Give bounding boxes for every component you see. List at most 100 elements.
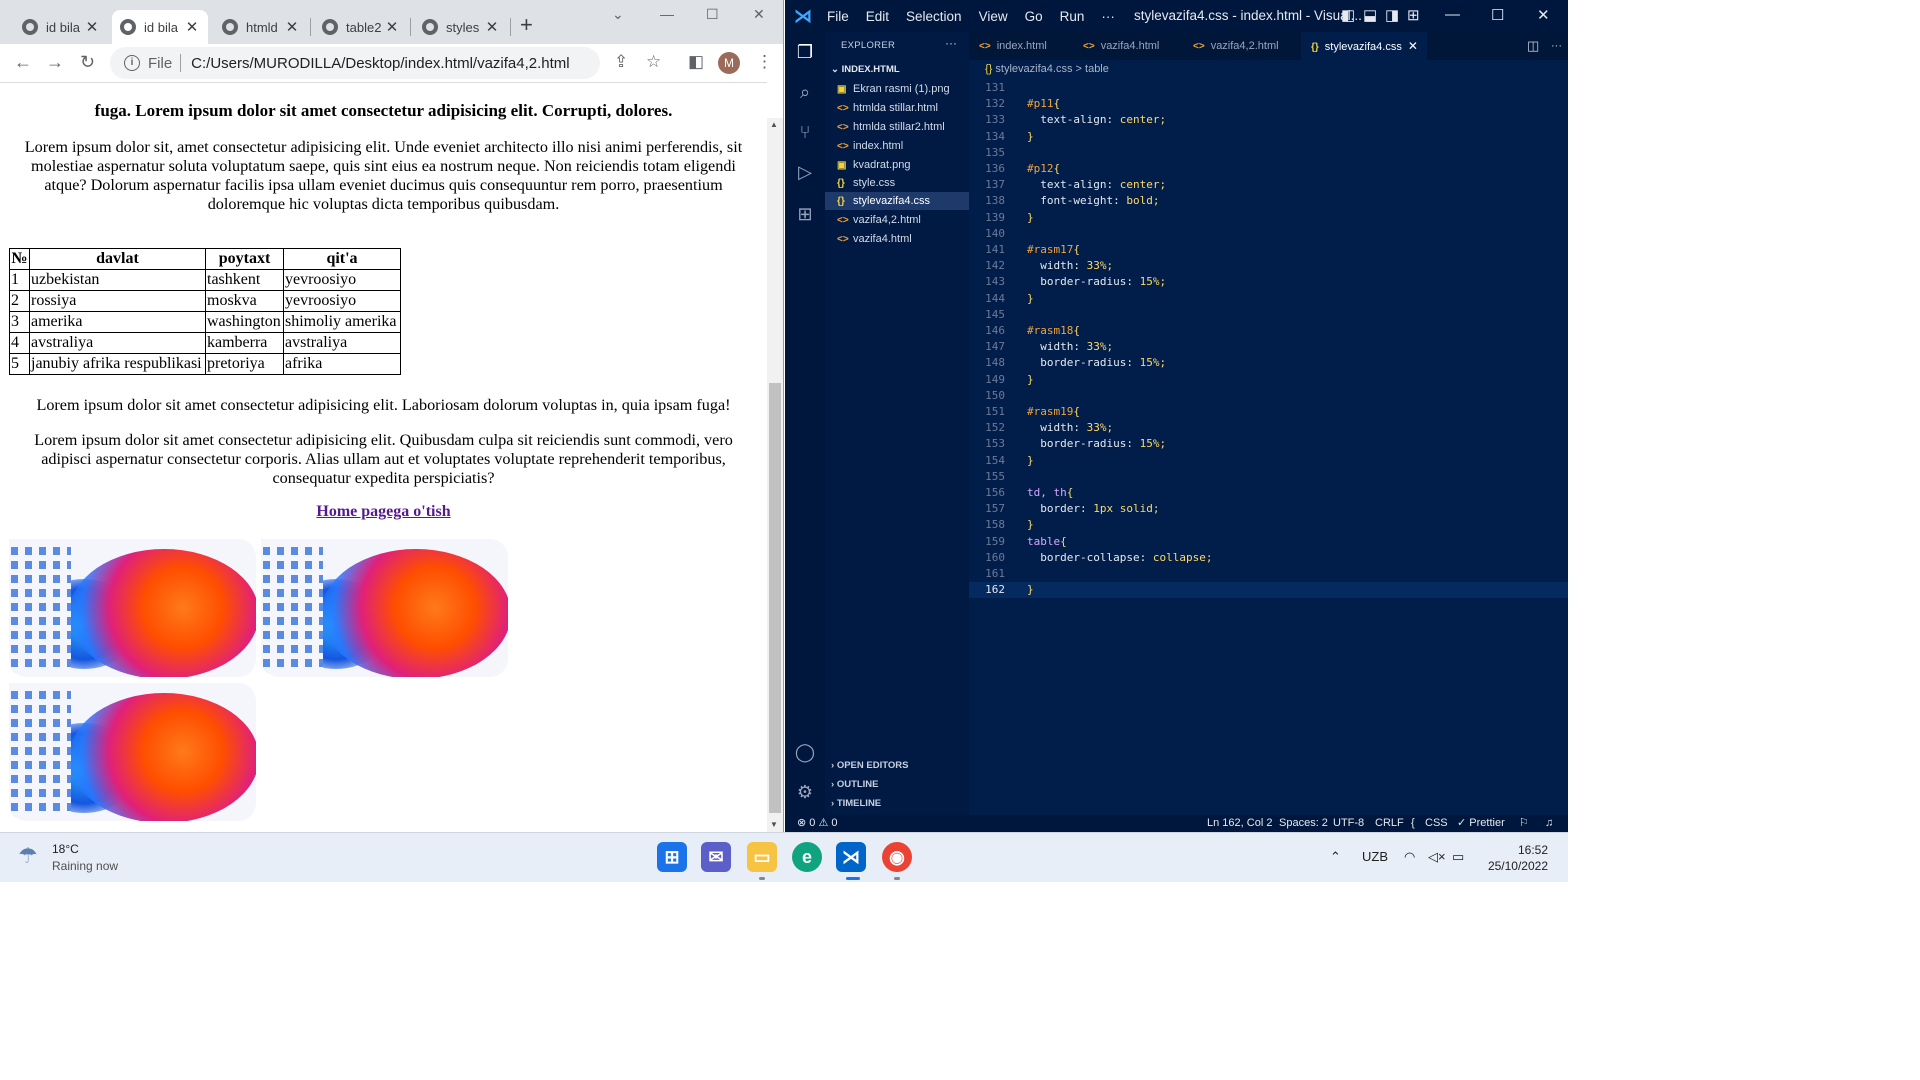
file-item[interactable]: ▣ kvadrat.png: [825, 156, 969, 174]
close-icon[interactable]: ✕: [184, 18, 200, 36]
show-hidden-icons-icon[interactable]: ⌃: [1330, 849, 1341, 865]
code-line[interactable]: 141 #rasm17{: [969, 242, 1568, 258]
edge-browser-icon[interactable]: e: [792, 842, 822, 872]
account-icon[interactable]: ◯: [793, 740, 817, 764]
menu-edit[interactable]: Edit: [866, 9, 889, 24]
code-line[interactable]: 142 width: 33%;: [969, 258, 1568, 274]
code-line[interactable]: 132 #p11{: [969, 96, 1568, 112]
close-icon[interactable]: ✕: [84, 18, 100, 36]
explorer-more-icon[interactable]: ···: [945, 36, 957, 50]
more-actions-icon[interactable]: ···: [1541, 32, 1562, 60]
menu-run[interactable]: Run: [1060, 9, 1085, 24]
code-line[interactable]: 161: [969, 566, 1568, 582]
code-line[interactable]: 138 font-weight: bold;: [969, 193, 1568, 209]
code-line[interactable]: 158}: [969, 517, 1568, 533]
close-window-icon[interactable]: ✕: [753, 6, 765, 23]
editor-tab[interactable]: <> index.html: [969, 32, 1069, 60]
customize-layout-icon[interactable]: ⊞: [1407, 6, 1420, 24]
code-line[interactable]: 154}: [969, 453, 1568, 469]
code-line[interactable]: 133 text-align: center;: [969, 112, 1568, 128]
editor-tab-active[interactable]: {} stylevazifa4.css ✕: [1301, 32, 1427, 60]
code-line[interactable]: 152 width: 33%;: [969, 420, 1568, 436]
file-item[interactable]: <> vazifa4,2.html: [825, 211, 969, 229]
clock[interactable]: 16:52 25/10/2022: [1486, 842, 1548, 874]
weather-description[interactable]: Raining now: [52, 859, 118, 873]
close-icon[interactable]: ✕: [284, 18, 300, 36]
menu-more[interactable]: ···: [1101, 9, 1115, 24]
scrollbar-thumb[interactable]: [769, 383, 781, 813]
code-line[interactable]: 159 table{: [969, 534, 1568, 550]
browser-tab[interactable]: id bila ✕: [14, 10, 108, 44]
new-tab-button[interactable]: +: [520, 14, 533, 36]
toggle-secondary-sidebar-icon[interactable]: ◨: [1385, 6, 1399, 24]
language-mode[interactable]: CSS: [1425, 815, 1448, 832]
source-control-icon[interactable]: ⑂: [793, 120, 817, 144]
search-icon[interactable]: ⌕: [793, 80, 817, 104]
editor-tab[interactable]: <> vazifa4,2.html: [1183, 32, 1299, 60]
page-scrollbar[interactable]: ▲ ▼: [767, 118, 783, 832]
problems-indicator[interactable]: ⊗ 0 ⚠ 0: [797, 815, 837, 832]
section-outline[interactable]: › OUTLINE: [825, 776, 969, 794]
battery-icon[interactable]: ▭: [1452, 849, 1464, 865]
home-page-link[interactable]: Home pagega o'tish: [0, 503, 767, 521]
menu-view[interactable]: View: [979, 9, 1008, 24]
file-item[interactable]: {} style.css: [825, 174, 969, 192]
extensions-icon[interactable]: ⊞: [793, 202, 817, 226]
notifications-bell-icon[interactable]: ♫: [1545, 815, 1553, 832]
browser-tab-active[interactable]: id bila ✕: [112, 10, 208, 44]
menu-file[interactable]: File: [827, 9, 849, 24]
browser-tab[interactable]: styles ✕: [414, 10, 508, 44]
scroll-up-arrow-icon[interactable]: ▲: [770, 120, 778, 129]
code-line[interactable]: 143 border-radius: 15%;: [969, 274, 1568, 290]
code-line[interactable]: 136 #p12{: [969, 161, 1568, 177]
code-line[interactable]: 151 #rasm19{: [969, 404, 1568, 420]
minimize-icon[interactable]: —: [660, 6, 674, 22]
code-line[interactable]: 144}: [969, 291, 1568, 307]
address-text[interactable]: C:/Users/MURODILLA/Desktop/index.html/va…: [191, 55, 569, 72]
reload-icon[interactable]: ↻: [80, 51, 95, 73]
toggle-panel-icon[interactable]: ⬓: [1363, 6, 1377, 24]
close-icon[interactable]: ✕: [484, 18, 500, 36]
share-icon[interactable]: ⇪: [614, 52, 628, 72]
wifi-icon[interactable]: ◠: [1404, 849, 1415, 865]
code-area[interactable]: 131 132 #p11{133 text-align: center; 134} 13…: [969, 80, 1568, 815]
file-item[interactable]: <> vazifa4.html: [825, 230, 969, 248]
maximize-icon[interactable]: ☐: [706, 6, 719, 23]
breadcrumb-file[interactable]: stylevazifa4.css: [995, 63, 1072, 75]
code-line[interactable]: 137 text-align: center;: [969, 177, 1568, 193]
weather-rain-icon[interactable]: ☂: [18, 843, 48, 873]
prettier-status[interactable]: ✓ Prettier: [1457, 815, 1505, 832]
file-item[interactable]: <> index.html: [825, 137, 969, 155]
code-line[interactable]: 148 border-radius: 15%;: [969, 355, 1568, 371]
file-item[interactable]: <> htmlda stillar.html: [825, 99, 969, 117]
accounts-icon[interactable]: ⚐: [1519, 815, 1529, 832]
address-bar[interactable]: i File C:/Users/MURODILLA/Desktop/index.…: [110, 47, 600, 79]
toggle-sidebar-icon[interactable]: ◧: [1341, 6, 1355, 24]
file-item[interactable]: ▣ Ekran rasmi (1).png: [825, 80, 969, 98]
minimize-icon[interactable]: —: [1445, 6, 1460, 23]
section-open-editors[interactable]: › OPEN EDITORS: [825, 757, 969, 775]
code-line[interactable]: 147 width: 33%;: [969, 339, 1568, 355]
start-windows-icon[interactable]: ⊞: [657, 842, 687, 872]
code-line[interactable]: 139}: [969, 210, 1568, 226]
scroll-down-arrow-icon[interactable]: ▼: [770, 820, 778, 829]
browser-tab[interactable]: htmld ✕: [214, 10, 308, 44]
menu-selection[interactable]: Selection: [906, 9, 962, 24]
file-item-selected[interactable]: {} stylevazifa4.css: [825, 192, 969, 210]
run-debug-icon[interactable]: ▷: [793, 160, 817, 184]
folder-header[interactable]: ⌄ INDEX.HTML: [825, 61, 969, 79]
encoding[interactable]: UTF-8: [1333, 815, 1364, 832]
code-line[interactable]: 131: [969, 80, 1568, 96]
editor-tab[interactable]: <> vazifa4.html: [1073, 32, 1179, 60]
input-language[interactable]: UZB: [1362, 849, 1388, 864]
maximize-icon[interactable]: ☐: [1491, 6, 1504, 24]
profile-avatar[interactable]: M: [718, 52, 740, 74]
browser-tab[interactable]: table2 ✕: [314, 10, 408, 44]
code-line[interactable]: 153 border-radius: 15%;: [969, 436, 1568, 452]
indentation[interactable]: Spaces: 2: [1279, 815, 1328, 832]
more-menu-icon[interactable]: ⋮: [756, 52, 773, 72]
file-item[interactable]: <> htmlda stillar2.html: [825, 118, 969, 136]
vscode-taskbar-icon[interactable]: ⋊: [836, 842, 866, 872]
cursor-position[interactable]: Ln 162, Col 2: [1207, 815, 1272, 832]
side-panel-icon[interactable]: ◧: [688, 52, 704, 72]
